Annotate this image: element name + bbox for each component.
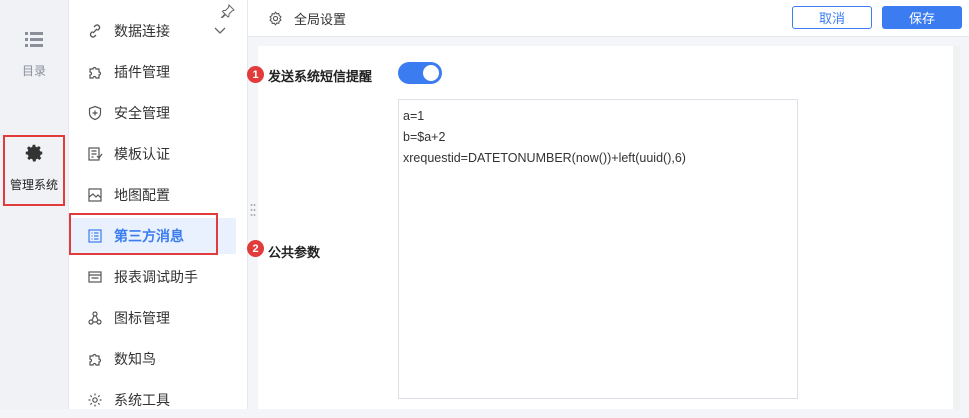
top-bar: 全局设置 取消 保存 [248, 0, 969, 37]
sidebar-item-security[interactable]: 安全管理 [69, 95, 236, 131]
page-title: 全局设置 [268, 0, 346, 36]
puzzle-icon [89, 66, 102, 79]
sidebar-item-data-connection[interactable]: 数据连接 [69, 13, 236, 49]
sms-reminder-toggle[interactable] [398, 62, 442, 84]
sidebar-item-icon-manage[interactable]: 图标管理 [69, 300, 236, 336]
link-icon [89, 24, 101, 38]
template-cert-icon [88, 147, 103, 161]
step-badge-1: 1 [247, 66, 264, 83]
chevron-down-icon[interactable] [214, 24, 226, 36]
gear-icon [269, 10, 282, 26]
sidebar-item-label: 安全管理 [114, 105, 170, 121]
sidebar-item-plugins[interactable]: 插件管理 [69, 54, 236, 90]
param-line: a=1 [403, 109, 425, 123]
cancel-button[interactable]: 取消 [792, 6, 872, 29]
sidebar-item-label: 系统工具 [114, 392, 170, 408]
step-badge-2: 2 [247, 240, 264, 257]
sidebar-item-template-cert[interactable]: 模板认证 [69, 136, 236, 172]
highlight-box-management-system [3, 135, 65, 206]
shield-icon [88, 105, 102, 121]
public-params-label: 公共参数 [268, 245, 321, 260]
gear-icon [88, 393, 102, 407]
toggle-knob [423, 65, 439, 81]
map-icon [88, 188, 102, 202]
param-line: b=$a+2 [403, 130, 446, 144]
sidebar-item-report-debug[interactable]: 报表调试助手 [69, 259, 236, 295]
sidebar-item-label: 插件管理 [114, 64, 170, 80]
vertical-scrollbar[interactable] [953, 46, 960, 409]
sidebar-item-label: 地图配置 [114, 187, 170, 203]
sidebar-item-system-tools[interactable]: 系统工具 [69, 382, 236, 418]
rail-catalog-label: 目录 [21, 64, 46, 78]
icon-manage-icon [88, 311, 102, 325]
param-line: xrequestid=DATETONUMBER(now())+left(uuid… [403, 151, 686, 165]
puzzle-icon [89, 353, 102, 366]
sidebar-item-label: 数据连接 [114, 23, 170, 39]
resize-handle-icon[interactable] [250, 203, 256, 217]
sidebar-item-label: 图标管理 [114, 310, 170, 326]
sidebar-item-label: 报表调试助手 [114, 269, 198, 285]
settings-sidebar: 数据连接 插件管理 安全管理 模板认证 地图配置 第三方消息 报表调试助手 图标… [69, 0, 248, 409]
highlight-box-third-party-message [69, 213, 218, 255]
sidebar-item-label: 数知鸟 [114, 351, 156, 367]
public-params-textarea[interactable]: a=1 b=$a+2 xrequestid=DATETONUMBER(now()… [398, 99, 798, 399]
report-debug-icon [88, 271, 102, 283]
sidebar-item-map-config[interactable]: 地图配置 [69, 177, 236, 213]
sms-reminder-label: 发送系统短信提醒 [268, 69, 373, 84]
save-button[interactable]: 保存 [882, 6, 962, 29]
page-title-text: 全局设置 [294, 11, 347, 27]
sidebar-item-shuzhiniao[interactable]: 数知鸟 [69, 341, 236, 377]
sidebar-item-label: 模板认证 [114, 146, 170, 162]
rail-catalog[interactable]: 目录 [0, 28, 68, 79]
list-icon [25, 32, 43, 47]
